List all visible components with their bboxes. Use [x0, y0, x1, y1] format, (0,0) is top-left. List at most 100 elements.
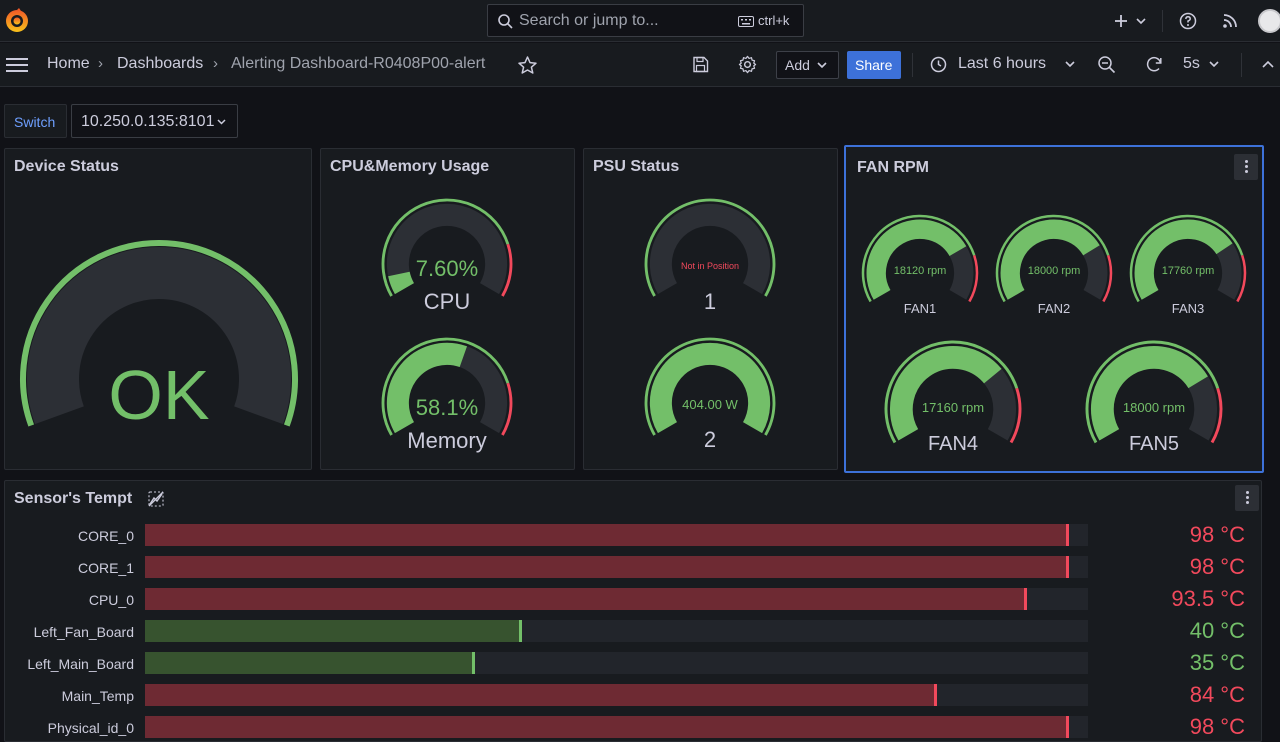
star-icon[interactable] — [518, 56, 537, 74]
sensor-bar-cap — [934, 684, 937, 706]
share-button[interactable]: Share — [847, 51, 901, 79]
clock-icon[interactable] — [930, 56, 947, 73]
settings-gear-icon[interactable] — [738, 55, 757, 74]
sensor-value: 35 °C — [1189, 650, 1245, 675]
fan1-gauge — [861, 214, 979, 303]
cpu-gauge — [381, 198, 513, 297]
psu-gauges: Not in Position 1 404.00 W 2 — [644, 198, 776, 452]
fan1-gauge-label: FAN1 — [904, 301, 937, 316]
chevron-down-icon[interactable] — [1065, 61, 1075, 68]
divider — [1162, 10, 1163, 32]
sensor-bar-track — [145, 620, 1088, 642]
fan5-gauge-value: 18000 rpm — [1123, 400, 1185, 415]
sensor-bar-track — [145, 556, 1088, 578]
gauge-value-arc — [1091, 346, 1208, 441]
breadcrumb-dashboards[interactable]: Dashboards — [117, 55, 203, 73]
sensor-label: Physical_id_0 — [47, 720, 134, 736]
breadcrumb-current: Alerting Dashboard-R0408P00-alert — [231, 55, 486, 72]
panel-psu-status[interactable]: PSU Status Not in Position 1 404.00 W 2 — [583, 148, 838, 470]
menu-dot — [1245, 501, 1249, 504]
psu1-gauge-label: 1 — [704, 289, 716, 314]
psu2-gauge-value: 404.00 W — [682, 397, 738, 412]
sensor-bar-cap — [1066, 716, 1069, 738]
device-status-gauge: OK — [20, 240, 298, 434]
sensor-bar-track — [145, 524, 1088, 546]
variable-label-switch: Switch — [4, 104, 67, 138]
memory-gauge-value: 58.1% — [416, 395, 478, 420]
add-button-label: Add — [785, 57, 810, 73]
sensor-bar-row: CORE_1 98 °C — [5, 554, 1280, 579]
panel-sensor-temperature[interactable]: Sensor's Tempt CORE_0 98 °C CORE_1 98 °C CPU… — [4, 480, 1262, 742]
psu2-gauge — [644, 337, 776, 436]
sensor-label: Main_Temp — [61, 688, 134, 704]
search-icon — [498, 14, 513, 29]
search-input[interactable]: Search or jump to... ctrl+k — [487, 4, 804, 37]
save-icon[interactable] — [692, 56, 709, 73]
cpu-gauge-label: CPU — [424, 289, 470, 314]
panel-fan-rpm[interactable]: FAN RPM 18120 rpm FAN1 18000 rpm FAN2 17… — [844, 145, 1264, 473]
dashboard-nav-bar: Home › Dashboards › Alerting Dashboard-R… — [0, 43, 1280, 87]
menu-dot — [1245, 491, 1249, 494]
psu1-gauge-value: Not in Position — [681, 261, 739, 271]
sensor-label: Left_Main_Board — [27, 656, 134, 672]
plus-icon[interactable] — [1113, 13, 1129, 29]
gauge-value-arc — [866, 219, 967, 300]
sensor-bar-row: Left_Fan_Board 40 °C — [5, 618, 1280, 643]
grafana-logo-icon[interactable] — [4, 8, 30, 34]
keyboard-icon — [738, 16, 754, 27]
breadcrumb-home[interactable]: Home — [47, 55, 90, 73]
sensor-bar-fill — [145, 716, 1069, 738]
variable-select-switch[interactable]: 10.250.0.135:8101 — [71, 104, 238, 138]
gauge-value-arc — [1000, 219, 1100, 300]
psu2-gauge-label: 2 — [704, 427, 716, 452]
chevron-up-icon[interactable] — [1262, 60, 1274, 68]
chevron-down-icon[interactable] — [1135, 17, 1147, 25]
variable-select-value: 10.250.0.135:8101 — [81, 113, 215, 130]
gauge-track — [649, 203, 771, 295]
search-placeholder: Search or jump to... — [519, 12, 659, 29]
fan2-gauge-label: FAN2 — [1038, 301, 1071, 316]
sensor-label: CORE_1 — [77, 560, 134, 576]
sensor-label: Left_Fan_Board — [33, 624, 134, 640]
sensor-bar-row: CORE_0 98 °C — [5, 522, 1280, 547]
memory-gauge-label: Memory — [407, 428, 486, 453]
fan3-gauge-label: FAN3 — [1172, 301, 1205, 316]
sensor-label: CPU_0 — [88, 592, 134, 608]
avatar[interactable] — [1258, 9, 1280, 33]
fan4-gauge-label: FAN4 — [928, 433, 978, 455]
rss-icon[interactable] — [1222, 13, 1238, 29]
device-status-value: OK — [108, 356, 209, 434]
sensor-value: 98 °C — [1189, 714, 1245, 739]
add-button[interactable]: Add — [776, 51, 839, 79]
sensor-value: 98 °C — [1189, 554, 1245, 579]
gauge-value-arc — [649, 342, 771, 434]
sensor-bar-track — [145, 588, 1088, 610]
divider — [912, 53, 913, 77]
refresh-icon[interactable] — [1145, 55, 1164, 74]
sensor-bar-cap — [1066, 524, 1069, 546]
psu1-gauge — [644, 198, 776, 297]
alert-off-icon[interactable] — [148, 491, 164, 507]
help-icon[interactable] — [1179, 12, 1197, 30]
time-range-picker[interactable]: Last 6 hours — [958, 55, 1046, 73]
cpu-gauge-value: 7.60% — [416, 256, 478, 281]
zoom-out-icon[interactable] — [1097, 55, 1116, 74]
panel-device-status[interactable]: Device Status OK — [4, 148, 312, 470]
sensor-bar-fill — [145, 652, 475, 674]
sensor-label: CORE_0 — [77, 528, 134, 544]
breadcrumb-separator: › — [98, 55, 103, 72]
chevron-down-icon[interactable] — [1209, 61, 1219, 68]
sensor-bar-track — [145, 652, 1088, 674]
cpu-memory-gauges: 7.60% CPU 58.1% Memory — [381, 198, 513, 453]
menu-icon[interactable] — [6, 57, 28, 73]
gauge-value-arc — [388, 271, 415, 295]
panel-title: Sensor's Tempt — [14, 490, 133, 507]
sensor-bar-cap — [472, 652, 475, 674]
panel-menu-button[interactable] — [1235, 485, 1259, 511]
refresh-interval-picker[interactable]: 5s — [1183, 55, 1200, 73]
chevron-down-icon — [217, 119, 226, 125]
sensor-value: 40 °C — [1189, 618, 1245, 643]
top-bar: Search or jump to... ctrl+k — [0, 0, 1280, 42]
sensor-bar-track — [145, 684, 1088, 706]
panel-cpu-memory[interactable]: CPU&Memory Usage 7.60% CPU 58.1% Memory — [320, 148, 575, 470]
